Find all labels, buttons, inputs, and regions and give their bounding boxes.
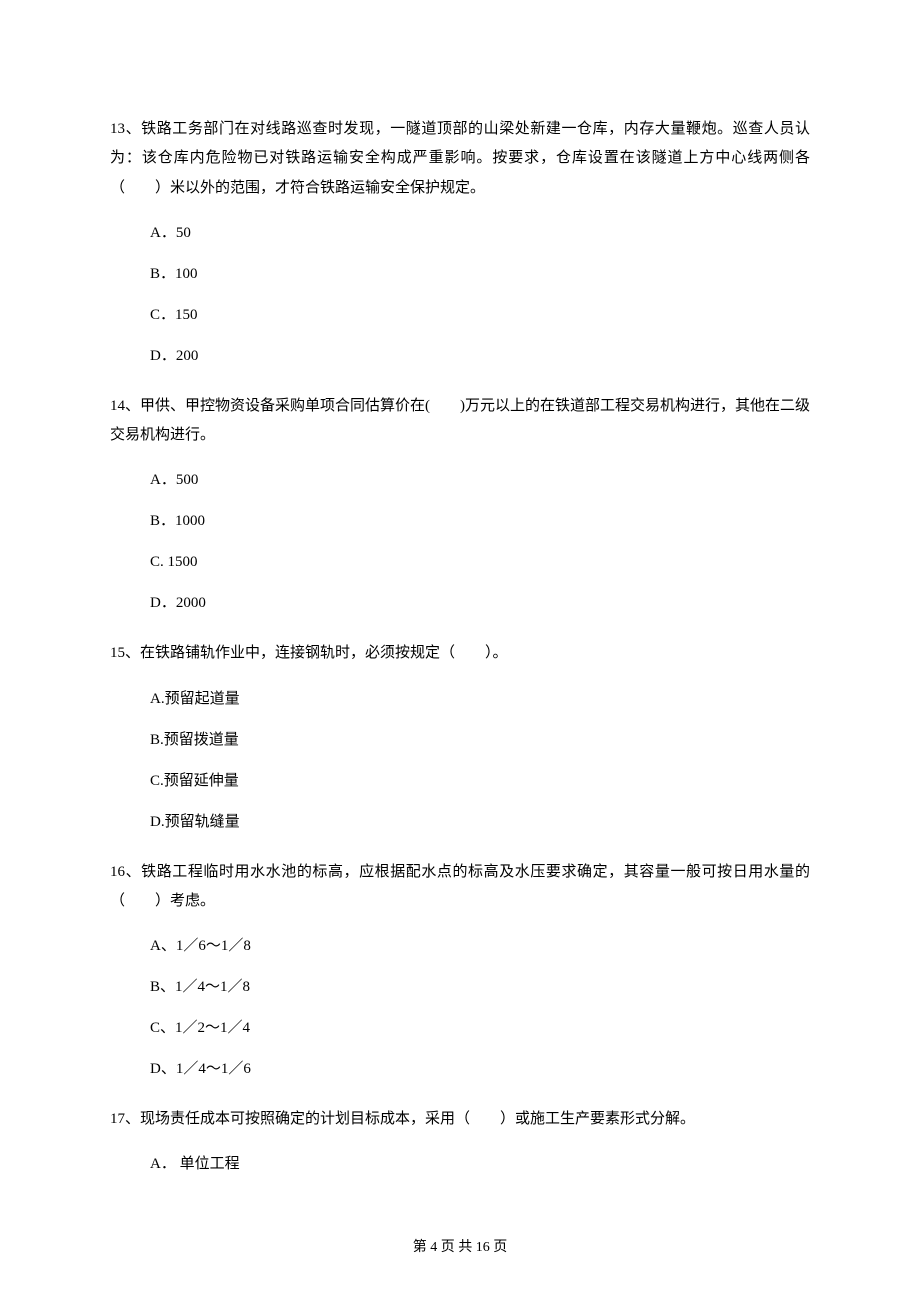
- option-d: D、1／4～1／6: [150, 1057, 810, 1081]
- question-13: 13、铁路工务部门在对线路巡查时发现，一隧道顶部的山梁处新建一仓库，内存大量鞭炮…: [110, 115, 810, 368]
- options-list: A． 单位工程: [110, 1152, 810, 1176]
- option-d: D.预留轨缝量: [150, 810, 810, 834]
- question-15: 15、在铁路铺轨作业中，连接钢轨时，必须按规定（ ）。 A.预留起道量 B.预留…: [110, 639, 810, 833]
- options-list: A．50 B．100 C．150 D．200: [110, 221, 810, 368]
- option-b: B．1000: [150, 509, 810, 533]
- option-c: C.预留延伸量: [150, 769, 810, 793]
- question-text: 17、现场责任成本可按照确定的计划目标成本，采用（ ）或施工生产要素形式分解。: [110, 1105, 810, 1134]
- option-b: B.预留拨道量: [150, 728, 810, 752]
- option-d: D．2000: [150, 591, 810, 615]
- option-a: A．50: [150, 221, 810, 245]
- option-a: A．500: [150, 468, 810, 492]
- question-text: 14、甲供、甲控物资设备采购单项合同估算价在( )万元以上的在铁道部工程交易机构…: [110, 392, 810, 451]
- question-text: 15、在铁路铺轨作业中，连接钢轨时，必须按规定（ ）。: [110, 639, 810, 668]
- page-footer: 第 4 页 共 16 页: [0, 1236, 920, 1256]
- option-c: C、1／2～1／4: [150, 1016, 810, 1040]
- option-a: A、1／6～1／8: [150, 934, 810, 958]
- options-list: A.预留起道量 B.预留拨道量 C.预留延伸量 D.预留轨缝量: [110, 687, 810, 834]
- question-16: 16、铁路工程临时用水水池的标高，应根据配水点的标高及水压要求确定，其容量一般可…: [110, 858, 810, 1082]
- options-list: A、1／6～1／8 B、1／4～1／8 C、1／2～1／4 D、1／4～1／6: [110, 934, 810, 1081]
- page-content: 13、铁路工务部门在对线路巡查时发现，一隧道顶部的山梁处新建一仓库，内存大量鞭炮…: [0, 0, 920, 1176]
- option-c: C. 1500: [150, 550, 810, 574]
- question-text: 16、铁路工程临时用水水池的标高，应根据配水点的标高及水压要求确定，其容量一般可…: [110, 858, 810, 917]
- option-a: A． 单位工程: [150, 1152, 810, 1176]
- question-text: 13、铁路工务部门在对线路巡查时发现，一隧道顶部的山梁处新建一仓库，内存大量鞭炮…: [110, 115, 810, 203]
- option-a: A.预留起道量: [150, 687, 810, 711]
- question-14: 14、甲供、甲控物资设备采购单项合同估算价在( )万元以上的在铁道部工程交易机构…: [110, 392, 810, 616]
- options-list: A．500 B．1000 C. 1500 D．2000: [110, 468, 810, 615]
- option-b: B、1／4～1／8: [150, 975, 810, 999]
- option-d: D．200: [150, 344, 810, 368]
- option-b: B．100: [150, 262, 810, 286]
- option-c: C．150: [150, 303, 810, 327]
- question-17: 17、现场责任成本可按照确定的计划目标成本，采用（ ）或施工生产要素形式分解。 …: [110, 1105, 810, 1176]
